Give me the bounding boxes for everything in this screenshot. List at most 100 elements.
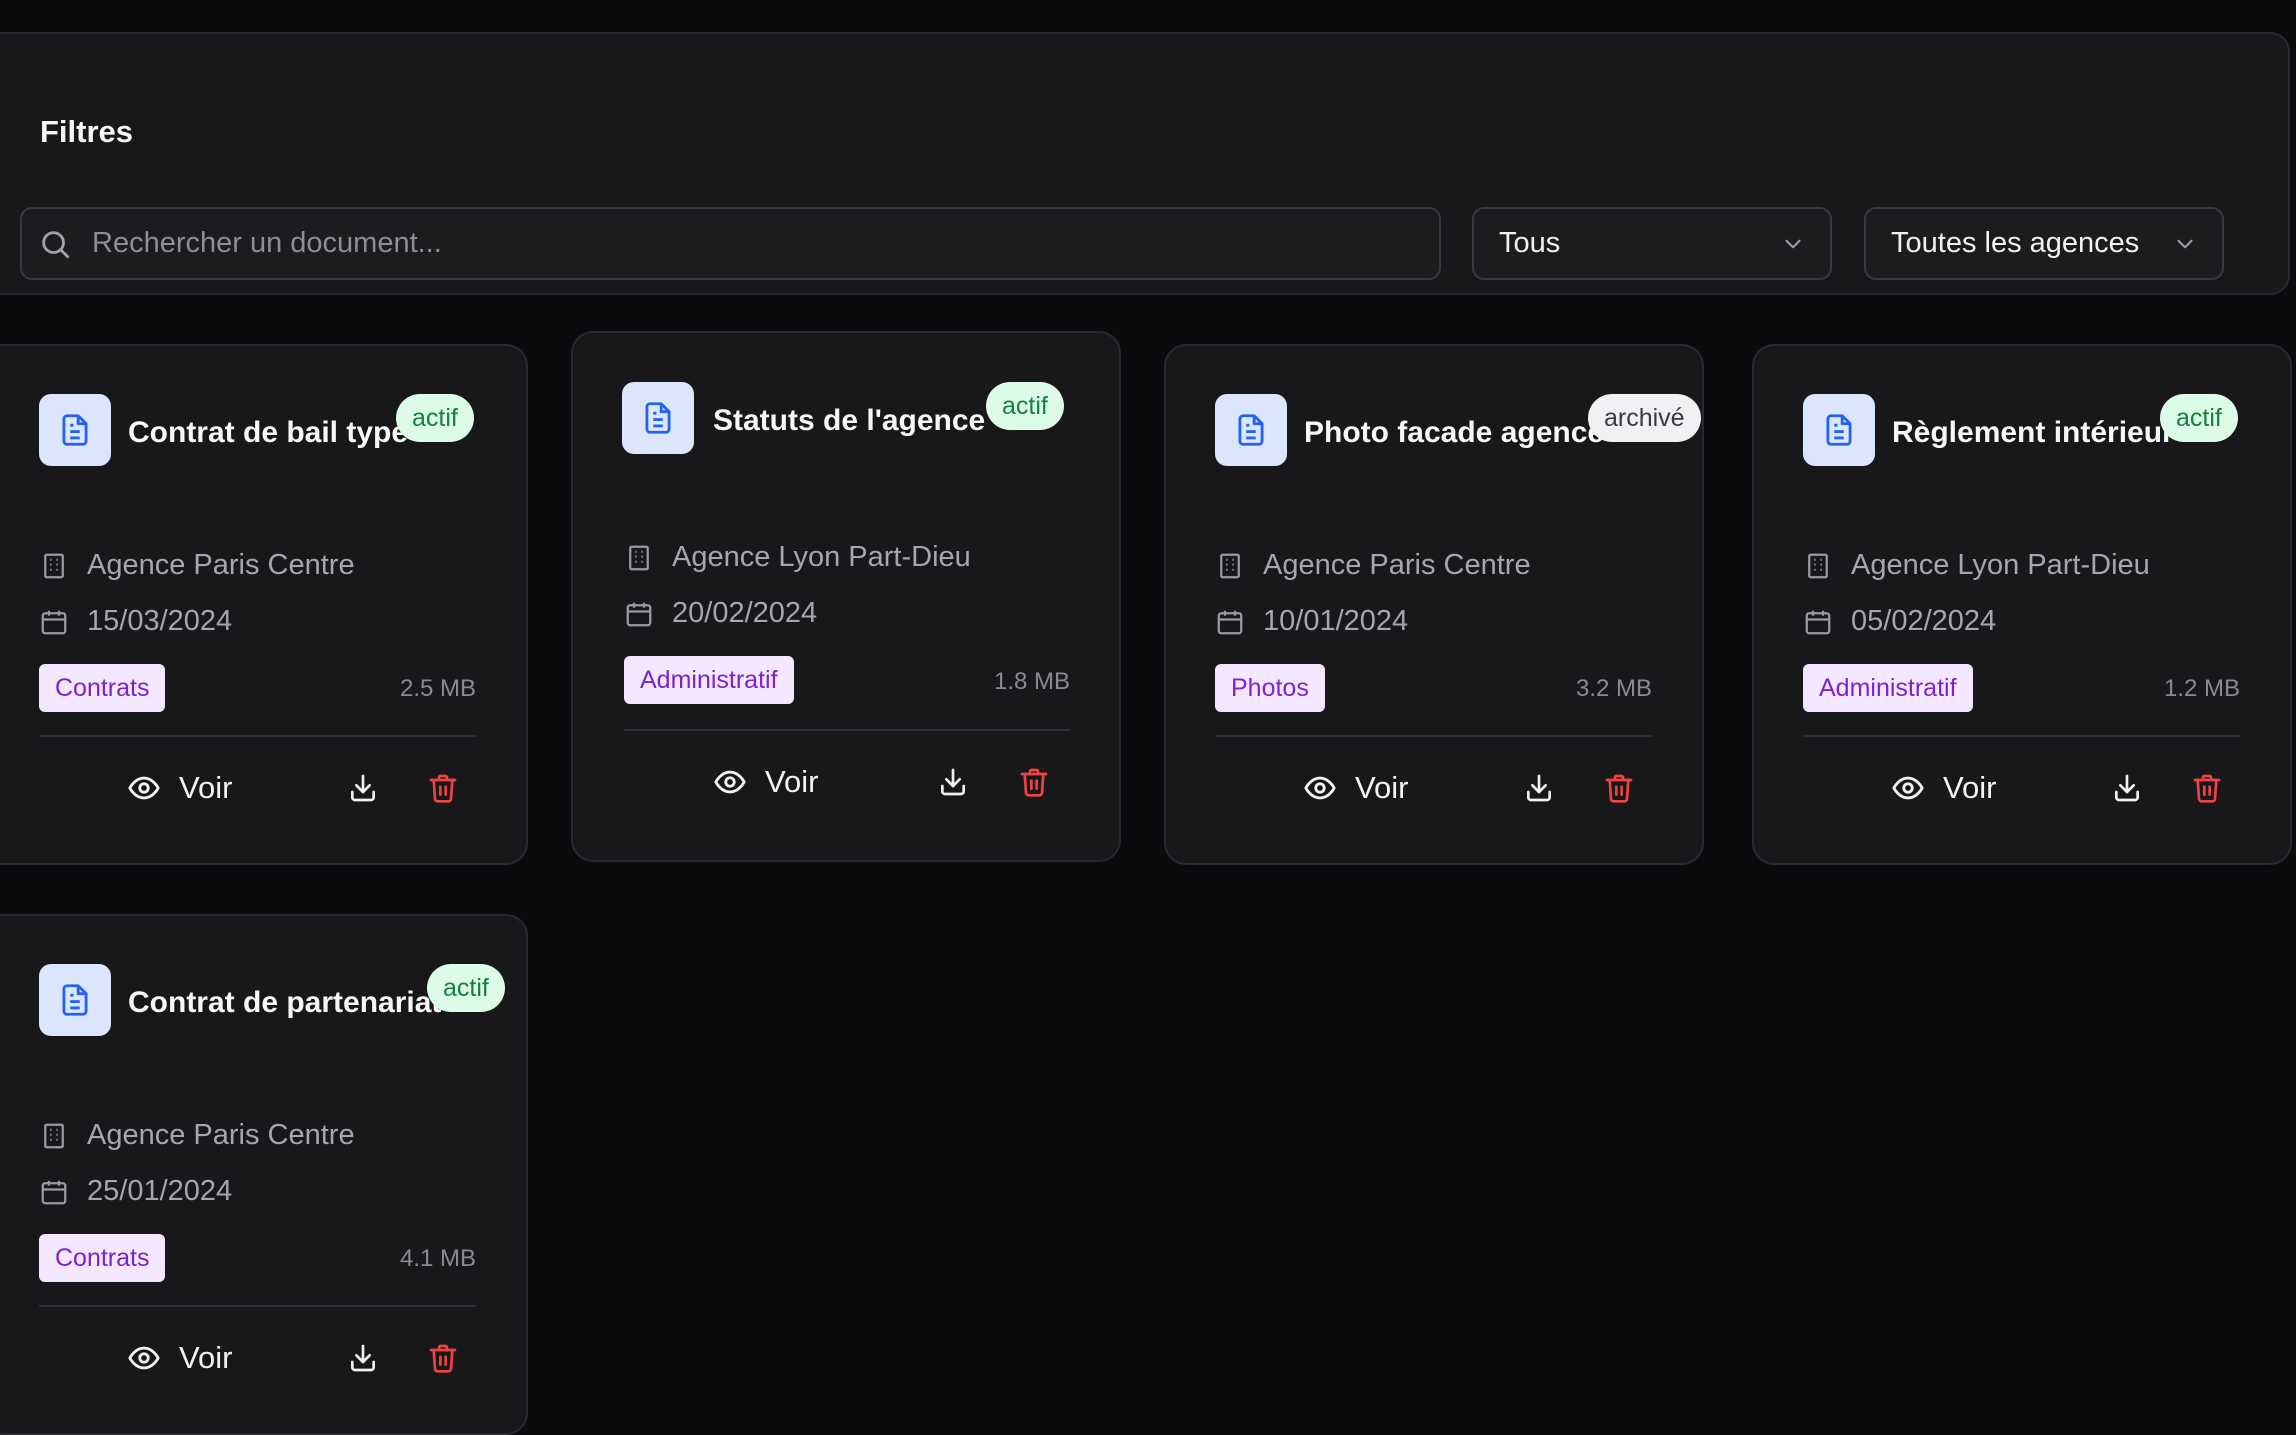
building-icon — [629, 545, 649, 570]
status-badge: actif — [396, 394, 474, 442]
download-icon — [351, 774, 375, 802]
file-size: 2.5 MB — [399, 675, 476, 702]
date-row: 20/02/2024 — [624, 597, 817, 630]
filters-title: Filtres — [40, 114, 134, 149]
file-text-icon — [39, 394, 111, 466]
agency-row: Agence Paris Centre — [39, 1119, 355, 1152]
document-title: Photo facade agence — [1304, 416, 1605, 449]
file-size: 4.1 MB — [399, 1245, 476, 1272]
delete-button[interactable] — [1599, 768, 1639, 808]
date-row: 10/01/2024 — [1215, 605, 1408, 638]
divider — [624, 729, 1070, 731]
category-tag: Contrats — [39, 664, 166, 712]
category-tag: Contrats — [39, 1234, 166, 1282]
status-badge: actif — [427, 964, 505, 1012]
chevron-down-icon — [2177, 239, 2193, 248]
delete-button[interactable] — [423, 768, 463, 808]
download-button[interactable] — [343, 768, 383, 808]
divider — [39, 1305, 476, 1307]
document-card: Contrat de partenariat actif Agence Pari… — [0, 914, 528, 1435]
view-button[interactable]: Voir — [127, 1340, 232, 1376]
trash-icon — [429, 1344, 457, 1373]
download-icon — [351, 1344, 375, 1372]
view-button[interactable]: Voir — [127, 770, 232, 806]
building-icon — [44, 553, 64, 578]
document-title: Contrat de bail type — [128, 416, 409, 449]
agency-name: Agence Paris Centre — [1263, 549, 1531, 581]
search-field[interactable] — [20, 207, 1441, 280]
status-select[interactable]: Tous — [1472, 207, 1832, 280]
eye-icon — [128, 776, 160, 800]
file-text-icon — [1215, 394, 1287, 466]
view-label: Voir — [1943, 770, 1997, 805]
agency-select[interactable]: Toutes les agences — [1864, 207, 2224, 280]
document-date: 05/02/2024 — [1851, 605, 1997, 637]
eye-icon — [714, 770, 746, 794]
chevron-down-icon — [1785, 239, 1801, 248]
file-text-icon — [39, 964, 111, 1036]
agency-row: Agence Paris Centre — [39, 549, 355, 582]
download-button[interactable] — [2107, 768, 2147, 808]
divider — [1803, 735, 2240, 737]
eye-icon — [1304, 776, 1336, 800]
document-card: Règlement intérieur actif Agence Lyon Pa… — [1752, 344, 2292, 865]
agency-row: Agence Paris Centre — [1215, 549, 1531, 582]
delete-button[interactable] — [423, 1338, 463, 1378]
document-title: Règlement intérieur — [1892, 416, 2174, 449]
view-button[interactable]: Voir — [1891, 770, 1996, 806]
view-label: Voir — [765, 764, 819, 799]
file-size: 1.2 MB — [2163, 675, 2240, 702]
building-icon — [1808, 553, 1828, 578]
agency-name: Agence Paris Centre — [87, 549, 355, 581]
calendar-icon — [1217, 610, 1243, 634]
search-icon — [42, 230, 70, 258]
document-title: Statuts de l'agence — [713, 404, 986, 437]
divider — [1215, 735, 1652, 737]
trash-icon — [1020, 768, 1048, 797]
trash-icon — [1605, 774, 1633, 803]
delete-button[interactable] — [2187, 768, 2227, 808]
status-badge: actif — [986, 382, 1064, 430]
file-size: 3.2 MB — [1575, 675, 1652, 702]
download-button[interactable] — [1519, 768, 1559, 808]
file-size: 1.8 MB — [993, 668, 1070, 695]
trash-icon — [2193, 774, 2221, 803]
status-badge: actif — [2160, 394, 2238, 442]
delete-button[interactable] — [1014, 762, 1054, 802]
search-input[interactable] — [90, 226, 1390, 261]
calendar-icon — [626, 602, 652, 626]
download-button[interactable] — [343, 1338, 383, 1378]
date-row: 15/03/2024 — [39, 605, 232, 638]
building-icon — [44, 1123, 64, 1148]
view-label: Voir — [179, 1340, 233, 1375]
category-tag: Administratif — [624, 656, 794, 704]
agency-name: Agence Lyon Part-Dieu — [672, 541, 971, 573]
agency-name: Agence Lyon Part-Dieu — [1851, 549, 2150, 581]
download-icon — [1527, 774, 1551, 802]
calendar-icon — [41, 610, 67, 634]
building-icon — [1220, 553, 1240, 578]
calendar-icon — [1805, 610, 1831, 634]
view-label: Voir — [179, 770, 233, 805]
document-card: Contrat de bail type actif Agence Paris … — [0, 344, 528, 865]
download-icon — [2115, 774, 2139, 802]
status-badge: archivé — [1588, 394, 1701, 442]
document-date: 20/02/2024 — [672, 597, 818, 629]
document-card: Photo facade agence archivé Agence Paris… — [1164, 344, 1704, 865]
document-date: 15/03/2024 — [87, 605, 233, 637]
status-select-value: Tous — [1499, 227, 1561, 259]
download-button[interactable] — [933, 762, 973, 802]
agency-row: Agence Lyon Part-Dieu — [1803, 549, 2150, 582]
date-row: 05/02/2024 — [1803, 605, 1996, 638]
view-button[interactable]: Voir — [713, 764, 818, 800]
calendar-icon — [41, 1180, 67, 1204]
date-row: 25/01/2024 — [39, 1175, 232, 1208]
category-tag: Administratif — [1803, 664, 1973, 712]
document-date: 25/01/2024 — [87, 1175, 233, 1207]
trash-icon — [429, 774, 457, 803]
category-tag: Photos — [1215, 664, 1325, 712]
document-date: 10/01/2024 — [1263, 605, 1409, 637]
file-text-icon — [622, 382, 694, 454]
view-button[interactable]: Voir — [1303, 770, 1408, 806]
view-label: Voir — [1355, 770, 1409, 805]
